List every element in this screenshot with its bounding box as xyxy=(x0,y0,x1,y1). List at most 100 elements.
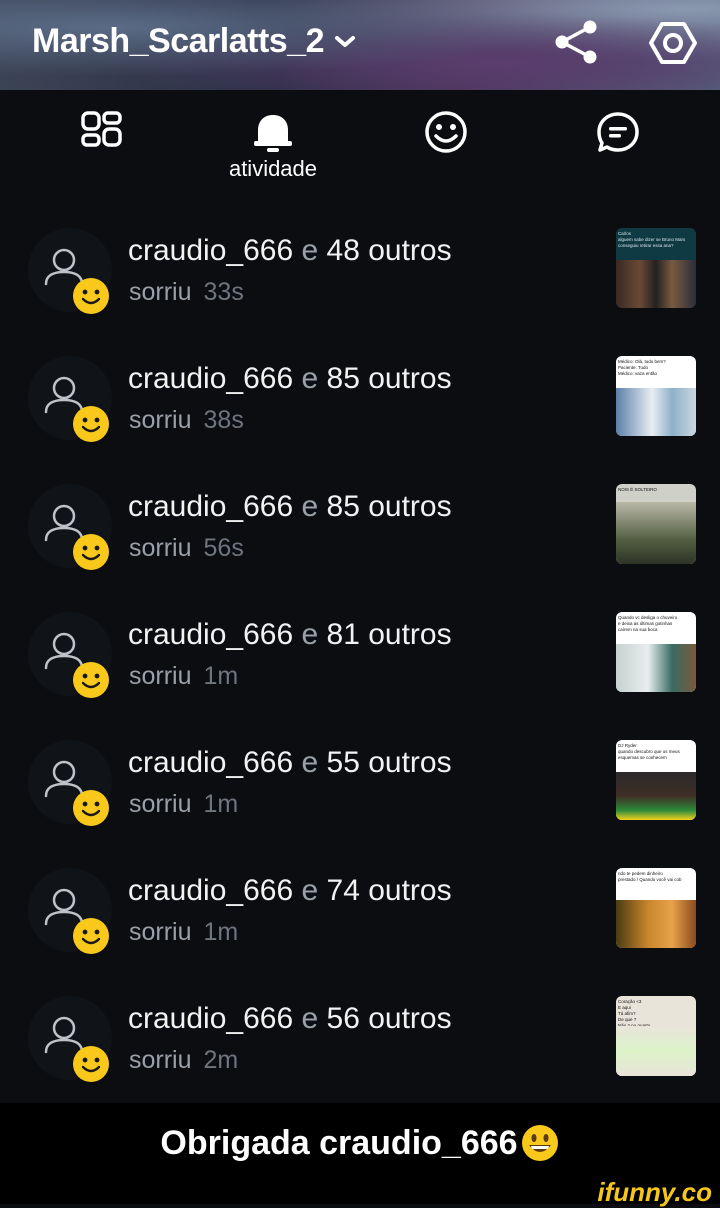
activity-time: 56s xyxy=(203,534,244,562)
smile-badge-icon xyxy=(73,534,109,570)
activity-others[interactable]: 48 outros xyxy=(327,234,452,267)
grinning-face-icon xyxy=(521,1125,558,1161)
tab-grid[interactable] xyxy=(47,110,157,200)
thumbnail-caption-line: Quando vc desliga o chuveiro xyxy=(618,615,678,620)
thumbnail-caption-line: NOIS É SOLTEIRO xyxy=(618,487,657,492)
thumbnail-caption-line: Carlos xyxy=(618,231,632,236)
activity-username[interactable]: craudio_666 xyxy=(128,490,293,523)
activity-title: craudio_666 e 74 outros xyxy=(128,874,452,908)
activity-subtitle: sorriu 1m xyxy=(129,918,238,947)
smile-badge-icon xyxy=(73,406,109,442)
meme-thumbnail[interactable]: Quando vc desliga o chuveiro e deixa as ú… xyxy=(616,612,696,692)
thumbnail-caption-line: esquemas se conhecem xyxy=(618,755,667,760)
activity-others[interactable]: 85 outros xyxy=(327,362,452,395)
activity-row[interactable]: craudio_666 e 55 outros sorriu 1m DJ Ryder q… xyxy=(0,732,720,860)
activity-time: 1m xyxy=(203,790,239,818)
activity-title: craudio_666 e 85 outros xyxy=(128,490,452,524)
smile-badge-icon xyxy=(73,790,109,826)
activity-others[interactable]: 74 outros xyxy=(327,874,452,907)
activity-subtitle: sorriu 1m xyxy=(129,662,238,691)
ifunny-watermark: ifunny.co xyxy=(597,1177,712,1207)
thumbnail-image xyxy=(616,900,696,948)
meme-thumbnail[interactable]: DJ Ryder quando descubro que os meus esque… xyxy=(616,740,696,820)
caption-text: Obrigada craudio_666 xyxy=(160,1123,518,1162)
share-icon[interactable] xyxy=(551,18,601,68)
tab-smiles[interactable] xyxy=(391,110,501,200)
thumbnail-caption-line: caírem na sua boca xyxy=(618,627,658,632)
profile-tabs: atividade xyxy=(0,90,720,200)
activity-subtitle: sorriu 1m xyxy=(129,790,238,819)
activity-username[interactable]: craudio_666 xyxy=(128,618,293,651)
activity-row[interactable]: craudio_666 e 74 outros sorriu 1m ndo te pe… xyxy=(0,860,720,988)
meme-thumbnail[interactable]: Médico: Olá, tudo bem? Paciente: Tudo Médi… xyxy=(616,356,696,436)
thumbnail-caption-line: Médico: Olá, tudo bem? xyxy=(618,359,666,364)
activity-title: craudio_666 e 56 outros xyxy=(128,1002,452,1036)
activity-title: craudio_666 e 48 outros xyxy=(128,234,452,268)
thumbnail-image xyxy=(616,772,696,820)
thumbnail-caption-line: DJ Ryder xyxy=(618,743,637,748)
grid-icon xyxy=(81,111,122,147)
activity-connector: e xyxy=(301,234,319,267)
activity-connector: e xyxy=(301,1002,319,1035)
settings-hexagon-icon[interactable] xyxy=(648,18,698,68)
chat-bubble-icon xyxy=(597,112,639,152)
activity-action: sorriu xyxy=(129,278,192,306)
caption-bar: Obrigada craudio_666 xyxy=(0,1103,720,1183)
smile-badge-icon xyxy=(73,918,109,954)
activity-username[interactable]: craudio_666 xyxy=(128,234,293,267)
tab-activity-label: atividade xyxy=(228,156,318,181)
thumbnail-image xyxy=(616,644,696,692)
activity-row[interactable]: craudio_666 e 85 outros sorriu 38s Médico: … xyxy=(0,348,720,476)
thumbnail-image xyxy=(616,1026,696,1076)
activity-username[interactable]: craudio_666 xyxy=(128,1002,293,1035)
activity-subtitle: sorriu 33s xyxy=(129,278,244,307)
smile-badge-icon xyxy=(73,278,109,314)
tab-activity[interactable]: atividade xyxy=(218,110,328,200)
activity-row[interactable]: craudio_666 e 85 outros sorriu 56s NOIS É S… xyxy=(0,476,720,604)
thumbnail-caption-line: Médico: vaza então xyxy=(618,371,658,376)
meme-thumbnail[interactable]: ndo te pedem dinheiro prestado / Quando v… xyxy=(616,868,696,948)
activity-connector: e xyxy=(301,746,319,779)
bell-icon xyxy=(254,115,292,152)
activity-others[interactable]: 85 outros xyxy=(327,490,452,523)
activity-others[interactable]: 81 outros xyxy=(327,618,452,651)
activity-others[interactable]: 55 outros xyxy=(327,746,452,779)
activity-username[interactable]: craudio_666 xyxy=(128,746,293,779)
meme-thumbnail[interactable]: Coração <3E aquiTá afim?De que ?Não 2 no… xyxy=(616,996,696,1076)
activity-action: sorriu xyxy=(129,662,192,690)
activity-title: craudio_666 e 55 outros xyxy=(128,746,452,780)
tab-comments[interactable] xyxy=(563,110,673,200)
activity-subtitle: sorriu 38s xyxy=(129,406,244,435)
activity-username[interactable]: craudio_666 xyxy=(128,874,293,907)
activity-connector: e xyxy=(301,874,319,907)
thumbnail-image xyxy=(616,502,696,564)
activity-connector: e xyxy=(301,618,319,651)
activity-username[interactable]: craudio_666 xyxy=(128,362,293,395)
thumbnail-caption-line: conseguiu retirar essa ana? xyxy=(618,243,674,248)
meme-thumbnail[interactable]: Carlos alguem sabe dizer se Bruno Mars con… xyxy=(616,228,696,308)
activity-title: craudio_666 e 85 outros xyxy=(128,362,452,396)
activity-row[interactable]: craudio_666 e 48 outros sorriu 33s Carlos al… xyxy=(0,220,720,348)
watermark-bar: ifunny.co xyxy=(0,1177,720,1207)
activity-row[interactable]: craudio_666 e 81 outros sorriu 1m Quando vc… xyxy=(0,604,720,732)
activity-subtitle: sorriu 2m xyxy=(129,1046,238,1075)
activity-row[interactable]: craudio_666 e 56 outros sorriu 2m Coração <… xyxy=(0,988,720,1116)
username-dropdown[interactable]: Marsh_Scarlatts_2 xyxy=(32,22,356,61)
thumbnail-caption-line: ndo te pedem dinheiro xyxy=(618,871,663,876)
activity-others[interactable]: 56 outros xyxy=(327,1002,452,1035)
activity-action: sorriu xyxy=(129,790,192,818)
activity-connector: e xyxy=(301,490,319,523)
activity-action: sorriu xyxy=(129,1046,192,1074)
activity-title: craudio_666 e 81 outros xyxy=(128,618,452,652)
activity-time: 38s xyxy=(203,406,244,434)
thumbnail-caption-line: Coração <3 xyxy=(618,999,642,1004)
thumbnail-image xyxy=(616,388,696,436)
meme-thumbnail[interactable]: NOIS É SOLTEIRO xyxy=(616,484,696,564)
activity-connector: e xyxy=(301,362,319,395)
smiley-icon xyxy=(425,111,467,153)
profile-header: Marsh_Scarlatts_2 xyxy=(0,0,720,90)
chevron-down-icon xyxy=(335,35,356,47)
activity-time: 1m xyxy=(203,662,239,690)
smile-badge-icon xyxy=(73,1046,109,1082)
activity-action: sorriu xyxy=(129,918,192,946)
